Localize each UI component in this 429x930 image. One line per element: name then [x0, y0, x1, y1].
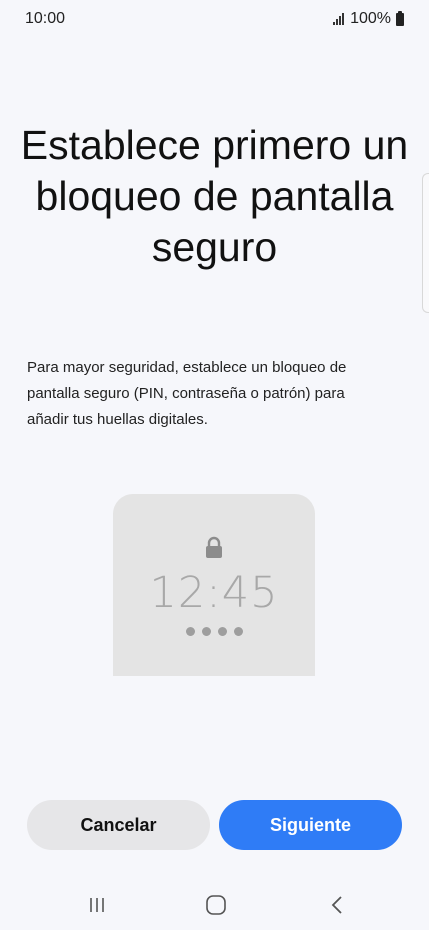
navigation-bar: [0, 880, 429, 930]
status-bar: 10:00 100%: [0, 0, 429, 40]
page-description: Para mayor seguridad, establece un bloqu…: [27, 359, 347, 428]
page-title: Establece primero un bloqueo de pantalla…: [20, 122, 409, 270]
preview-clock: 12:45: [149, 568, 279, 618]
battery-icon: [396, 10, 404, 26]
home-icon: [206, 895, 226, 915]
lock-icon: [206, 536, 222, 558]
pin-dot: [185, 627, 195, 636]
pin-dot: [201, 627, 211, 636]
status-time: 10:00: [25, 10, 66, 27]
signal-icon: [333, 13, 345, 25]
cancel-button[interactable]: Cancelar: [27, 800, 210, 850]
next-button[interactable]: Siguiente: [219, 800, 402, 850]
recent-apps-icon: [90, 898, 104, 912]
pin-dot: [217, 627, 227, 636]
pin-dots: [113, 627, 315, 636]
recent-apps-button[interactable]: [77, 892, 117, 918]
home-button[interactable]: [196, 892, 236, 918]
pin-dot: [233, 627, 243, 636]
back-button[interactable]: [317, 892, 357, 918]
lock-screen-preview: 12:45: [113, 494, 315, 676]
battery-percent: 100%: [350, 10, 391, 27]
status-indicators: 100%: [333, 10, 404, 28]
edge-panel-handle[interactable]: [422, 173, 429, 313]
back-icon: [331, 896, 342, 914]
